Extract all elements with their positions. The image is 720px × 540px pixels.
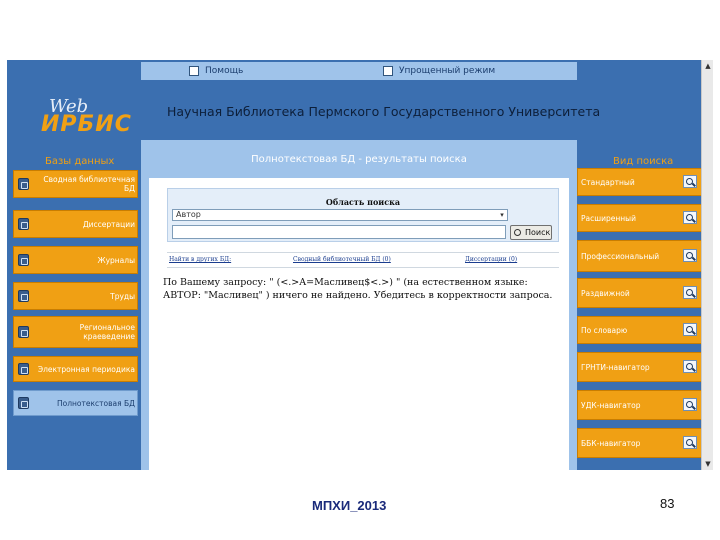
left-menu-label: Электронная периодика [37, 364, 135, 374]
top-bar: Помощь Упрощенный режим [141, 62, 577, 80]
left-menu-item-union-db[interactable]: Сводная библиотечная БД [13, 170, 138, 198]
magnifier-icon [683, 175, 697, 188]
results-content: Область поиска Автор ▾ Поиск Найти в дру… [149, 178, 569, 470]
simple-mode-checkbox-icon [383, 65, 393, 76]
left-menu-label: Полнотекстовая БД [56, 398, 135, 408]
search-type-sliding[interactable]: Раздвижной [577, 278, 702, 308]
web-irbis-logo: Web ИРБИС [27, 68, 137, 148]
magnifier-icon [683, 360, 697, 373]
database-icon [18, 363, 29, 375]
center-panel: Область поиска Автор ▾ Поиск Найти в дру… [141, 174, 577, 470]
search-type-label: ГРНТИ-навигатор [581, 362, 650, 372]
search-area-value: Автор [176, 210, 201, 219]
left-menu-item-fulltext-db[interactable]: Полнотекстовая БД [13, 390, 138, 416]
union-db-link[interactable]: Сводный библиотечный БД (0) [293, 256, 391, 263]
site-title: Научная Библиотека Пермского Государстве… [167, 104, 601, 119]
magnifier-icon [683, 249, 697, 262]
center-header: Полнотекстовая БД - результаты поиска [141, 140, 577, 174]
left-menu-label: Труды [110, 291, 135, 301]
search-type-label: УДК-навигатор [581, 400, 641, 410]
magnifier-icon [683, 398, 697, 411]
database-icon [18, 326, 29, 338]
left-menu-item-e-periodicals[interactable]: Электронная периодика [13, 356, 138, 382]
slide-footer-label: МПХИ_2013 [312, 498, 387, 513]
left-menu-label: Диссертации [82, 219, 135, 229]
search-type-dictionary[interactable]: По словарю [577, 316, 702, 344]
left-menu-label: Журналы [97, 255, 136, 265]
magnifier-icon [683, 211, 697, 224]
search-type-extended[interactable]: Расширенный [577, 204, 702, 232]
search-type-heading: Вид поиска [613, 156, 674, 167]
dissertations-link[interactable]: Диссертации (0) [465, 256, 517, 263]
database-icon [18, 218, 29, 230]
search-type-label: Стандартный [581, 177, 635, 187]
scroll-up-icon[interactable]: ▲ [704, 62, 712, 70]
search-type-label: Профессиональный [581, 251, 660, 261]
help-link[interactable]: Помощь [189, 64, 243, 78]
other-db-links: Найти в других БД: Сводный библиотечный … [167, 252, 559, 268]
magnifier-icon [683, 286, 697, 299]
search-type-label: Расширенный [581, 213, 636, 223]
left-menu-label: Региональное краеведение [79, 323, 135, 341]
search-button[interactable]: Поиск [510, 225, 552, 240]
database-icon [18, 290, 29, 302]
logo-irbis-text: ИРБИС [41, 112, 132, 137]
slide-page-number: 83 [660, 496, 675, 511]
scroll-down-icon[interactable]: ▼ [704, 460, 712, 468]
left-menu-item-proceedings[interactable]: Труды [13, 282, 138, 310]
search-area-label: Область поиска [325, 197, 401, 207]
database-icon [18, 254, 29, 266]
chevron-down-icon: ▾ [500, 211, 504, 219]
database-icon [18, 397, 29, 409]
search-area-select[interactable]: Автор ▾ [172, 209, 508, 221]
database-icon [18, 178, 29, 190]
magnifier-icon [683, 323, 697, 336]
browser-screen: Web ИРБИС Помощь Упрощенный режим Научна… [7, 60, 713, 470]
search-form: Область поиска Автор ▾ Поиск [167, 188, 559, 242]
center-title: Полнотекстовая БД - результаты поиска [251, 154, 467, 165]
no-results-message: По Вашему запросу: " (<.>A=Масливец$<.>)… [163, 277, 553, 301]
search-type-professional[interactable]: Профессиональный [577, 240, 702, 272]
search-type-label: Раздвижной [581, 288, 630, 298]
search-type-udk-navigator[interactable]: УДК-навигатор [577, 390, 702, 420]
left-menu-item-journals[interactable]: Журналы [13, 246, 138, 274]
search-input[interactable] [172, 225, 506, 239]
vertical-scrollbar[interactable]: ▲ ▼ [701, 60, 713, 470]
simple-mode-link-label: Упрощенный режим [399, 66, 496, 76]
simple-mode-link[interactable]: Упрощенный режим [383, 64, 495, 78]
help-link-label: Помощь [205, 66, 244, 76]
left-menu-label: Сводная библиотечная БД [43, 175, 135, 193]
search-type-label: ББК-навигатор [581, 438, 641, 448]
help-checkbox-icon [189, 65, 199, 76]
databases-heading: Базы данных [45, 156, 115, 167]
search-type-grnti-navigator[interactable]: ГРНТИ-навигатор [577, 352, 702, 382]
find-in-other-db-link[interactable]: Найти в других БД: [169, 256, 231, 263]
search-type-standard[interactable]: Стандартный [577, 168, 702, 196]
left-menu-item-regional-studies[interactable]: Региональное краеведение [13, 316, 138, 348]
left-menu-item-dissertations[interactable]: Диссертации [13, 210, 138, 238]
search-type-bbk-navigator[interactable]: ББК-навигатор [577, 428, 702, 458]
search-type-label: По словарю [581, 325, 628, 335]
magnifier-icon [683, 436, 697, 449]
